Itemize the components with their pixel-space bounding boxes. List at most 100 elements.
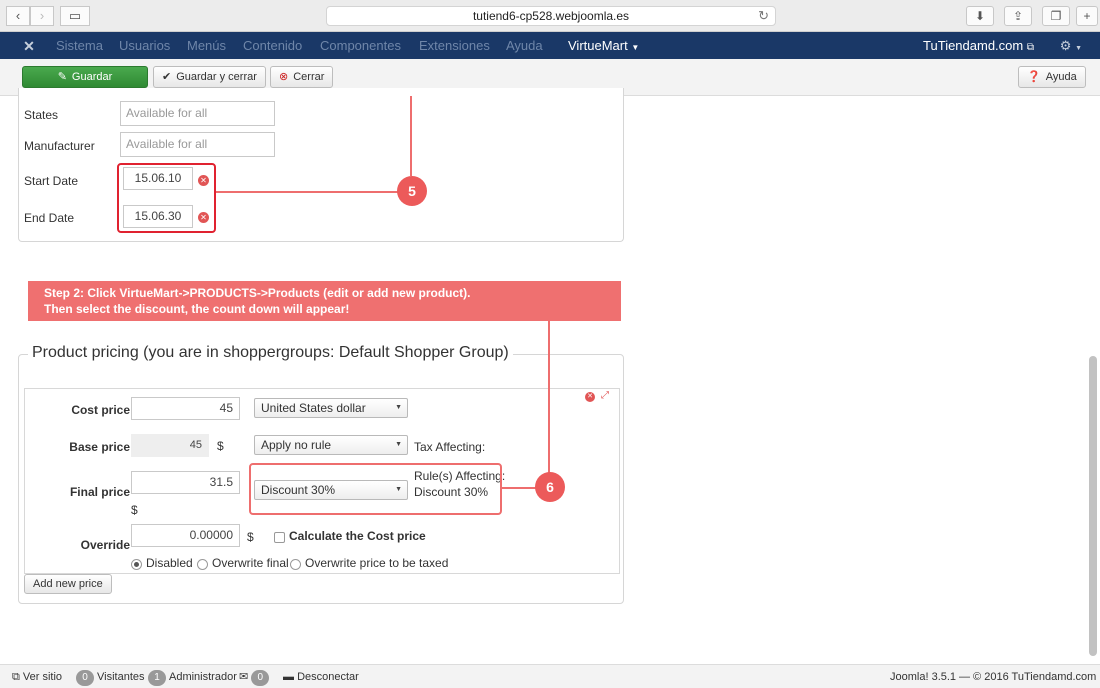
visitors-status: 0 Visitantes (76, 665, 145, 688)
view-site-link[interactable]: ⧉ Ver sitio (12, 665, 62, 688)
page-scrollbar[interactable] (1089, 356, 1097, 656)
callout-line-6 (502, 487, 536, 489)
save-button[interactable]: ✎ Guardar (22, 66, 148, 88)
final-price-input[interactable]: 31.5 (131, 471, 240, 494)
sidebar-toggle-icon[interactable]: ▭ (60, 6, 90, 26)
step-6-marker: 6 (535, 472, 565, 502)
cost-price-input[interactable]: 45 (131, 397, 240, 420)
remove-price-icon[interactable]: ✕ (585, 392, 595, 402)
joomla-logo-icon[interactable]: ✕ (20, 37, 38, 55)
radio-overwrite-taxed-label: Overwrite price to be taxed (305, 556, 449, 570)
edit-icon: ✎ (57, 71, 67, 83)
messages-status[interactable]: ✉ 0 (239, 665, 272, 688)
admin-label: Administrador (169, 671, 237, 683)
calculate-cost-label: Calculate the Cost price (289, 529, 426, 543)
site-link[interactable]: TuTiendamd.com ⧉ (923, 32, 1034, 61)
final-price-label: Final price (69, 485, 130, 499)
expand-icon[interactable]: ⤢ (601, 390, 609, 401)
banner-line-1: Step 2: Click VirtueMart->PRODUCTS->Prod… (44, 286, 471, 300)
override-label: Override (80, 538, 130, 552)
address-bar[interactable]: tutiend6-cp528.webjoomla.es ↻ (326, 6, 776, 26)
forward-button[interactable]: › (30, 6, 54, 26)
close-label: Cerrar (293, 71, 325, 83)
tax-rule-value: Apply no rule (261, 438, 332, 452)
visitors-badge: 0 (76, 670, 94, 686)
callout-line-6-vertical (548, 321, 550, 473)
menu-virtuemart[interactable]: VirtueMart ▼ (568, 32, 639, 59)
override-input[interactable]: 0.00000 (131, 524, 240, 547)
step-5-marker: 5 (397, 176, 427, 206)
status-bar: ⧉ Ver sitio 0 Visitantes 1 Administrador ✉… (0, 664, 1100, 688)
minus-icon: ▬ (283, 671, 294, 683)
radio-disabled[interactable] (131, 559, 142, 570)
menu-componentes[interactable]: Componentes (320, 32, 401, 59)
mail-icon: ✉ (239, 671, 249, 683)
base-currency-symbol: $ (217, 439, 224, 453)
messages-badge: 0 (251, 670, 270, 686)
copyright-text: — © 2016 TuTiendamd.com (959, 671, 1097, 683)
override-currency-symbol: $ (247, 530, 254, 544)
discount-highlight-box (249, 463, 502, 515)
visitors-label: Visitantes (97, 671, 145, 683)
tax-rule-select[interactable]: Apply no rule ▼ (254, 435, 408, 455)
check-icon: ✔ (162, 71, 172, 83)
base-price-value: 45 (131, 434, 209, 457)
radio-overwrite-taxed[interactable] (290, 559, 301, 570)
help-button[interactable]: ❓ Ayuda (1018, 66, 1086, 88)
currency-select[interactable]: United States dollar ▼ (254, 398, 408, 418)
save-label: Guardar (71, 71, 113, 83)
share-icon[interactable]: ⇪ (1004, 6, 1032, 26)
help-icon: ❓ (1027, 71, 1041, 83)
close-circle-icon: ⊗ (279, 71, 289, 83)
menu-contenido[interactable]: Contenido (243, 32, 302, 59)
site-name: TuTiendamd.com (923, 38, 1024, 53)
callout-line-5-vertical (410, 96, 412, 176)
currency-value: United States dollar (261, 401, 366, 415)
date-highlight-box (117, 163, 216, 233)
tax-affecting-label: Tax Affecting: (414, 440, 486, 454)
manufacturer-label: Manufacturer (24, 139, 95, 153)
calculate-cost-checkbox[interactable] (274, 532, 285, 543)
version-text: Joomla! 3.5.1 (890, 671, 957, 683)
help-label: Ayuda (1045, 71, 1077, 83)
back-button[interactable]: ‹ (6, 6, 30, 26)
logout-link[interactable]: ▬ Desconectar (283, 665, 359, 688)
states-input[interactable]: Available for all (120, 101, 275, 126)
menu-extensiones[interactable]: Extensiones (419, 32, 490, 59)
menu-menus[interactable]: Menús (187, 32, 226, 59)
menu-sistema[interactable]: Sistema (56, 32, 103, 59)
select-arrow-icon: ▼ (395, 441, 402, 448)
menu-ayuda[interactable]: Ayuda (506, 32, 543, 59)
start-date-label: Start Date (24, 174, 79, 188)
logout-label: Desconectar (297, 671, 359, 683)
manufacturer-input[interactable]: Available for all (120, 132, 275, 157)
caret-down-icon: ▼ (631, 43, 640, 52)
end-date-label: End Date (24, 211, 75, 225)
external-link-icon: ⧉ (1026, 42, 1034, 53)
step-2-banner: Step 2: Click VirtueMart->PRODUCTS->Prod… (28, 281, 621, 321)
select-arrow-icon: ▼ (395, 404, 402, 411)
radio-disabled-label: Disabled (146, 556, 193, 570)
callout-line-5 (216, 191, 399, 193)
save-close-label: Guardar y cerrar (176, 71, 257, 83)
admin-status: 1 Administrador (148, 665, 237, 688)
close-button[interactable]: ⊗ Cerrar (270, 66, 334, 88)
gear-icon[interactable]: ⚙ ▼ (1060, 32, 1082, 62)
banner-line-2: Then select the discount, the count down… (44, 302, 350, 316)
menu-virtuemart-label: VirtueMart (568, 38, 628, 53)
final-currency-symbol: $ (131, 503, 138, 517)
url-text: tutiend6-cp528.webjoomla.es (472, 9, 630, 23)
tabs-icon[interactable]: ❐ (1042, 6, 1070, 26)
add-new-price-button[interactable]: Add new price (24, 574, 112, 594)
radio-overwrite-final[interactable] (197, 559, 208, 570)
base-price-label: Base price (69, 440, 130, 454)
pricing-legend: Product pricing (you are in shoppergroup… (28, 344, 513, 362)
states-label: States (24, 108, 59, 122)
downloads-icon[interactable]: ⬇ (966, 6, 994, 26)
admin-menu-bar: ✕ Sistema Usuarios Menús Contenido Compo… (0, 32, 1100, 59)
cost-price-label: Cost price (71, 403, 130, 417)
reload-icon[interactable]: ↻ (758, 7, 769, 25)
menu-usuarios[interactable]: Usuarios (119, 32, 170, 59)
new-tab-icon[interactable]: + (1076, 6, 1098, 26)
save-close-button[interactable]: ✔ Guardar y cerrar (153, 66, 266, 88)
